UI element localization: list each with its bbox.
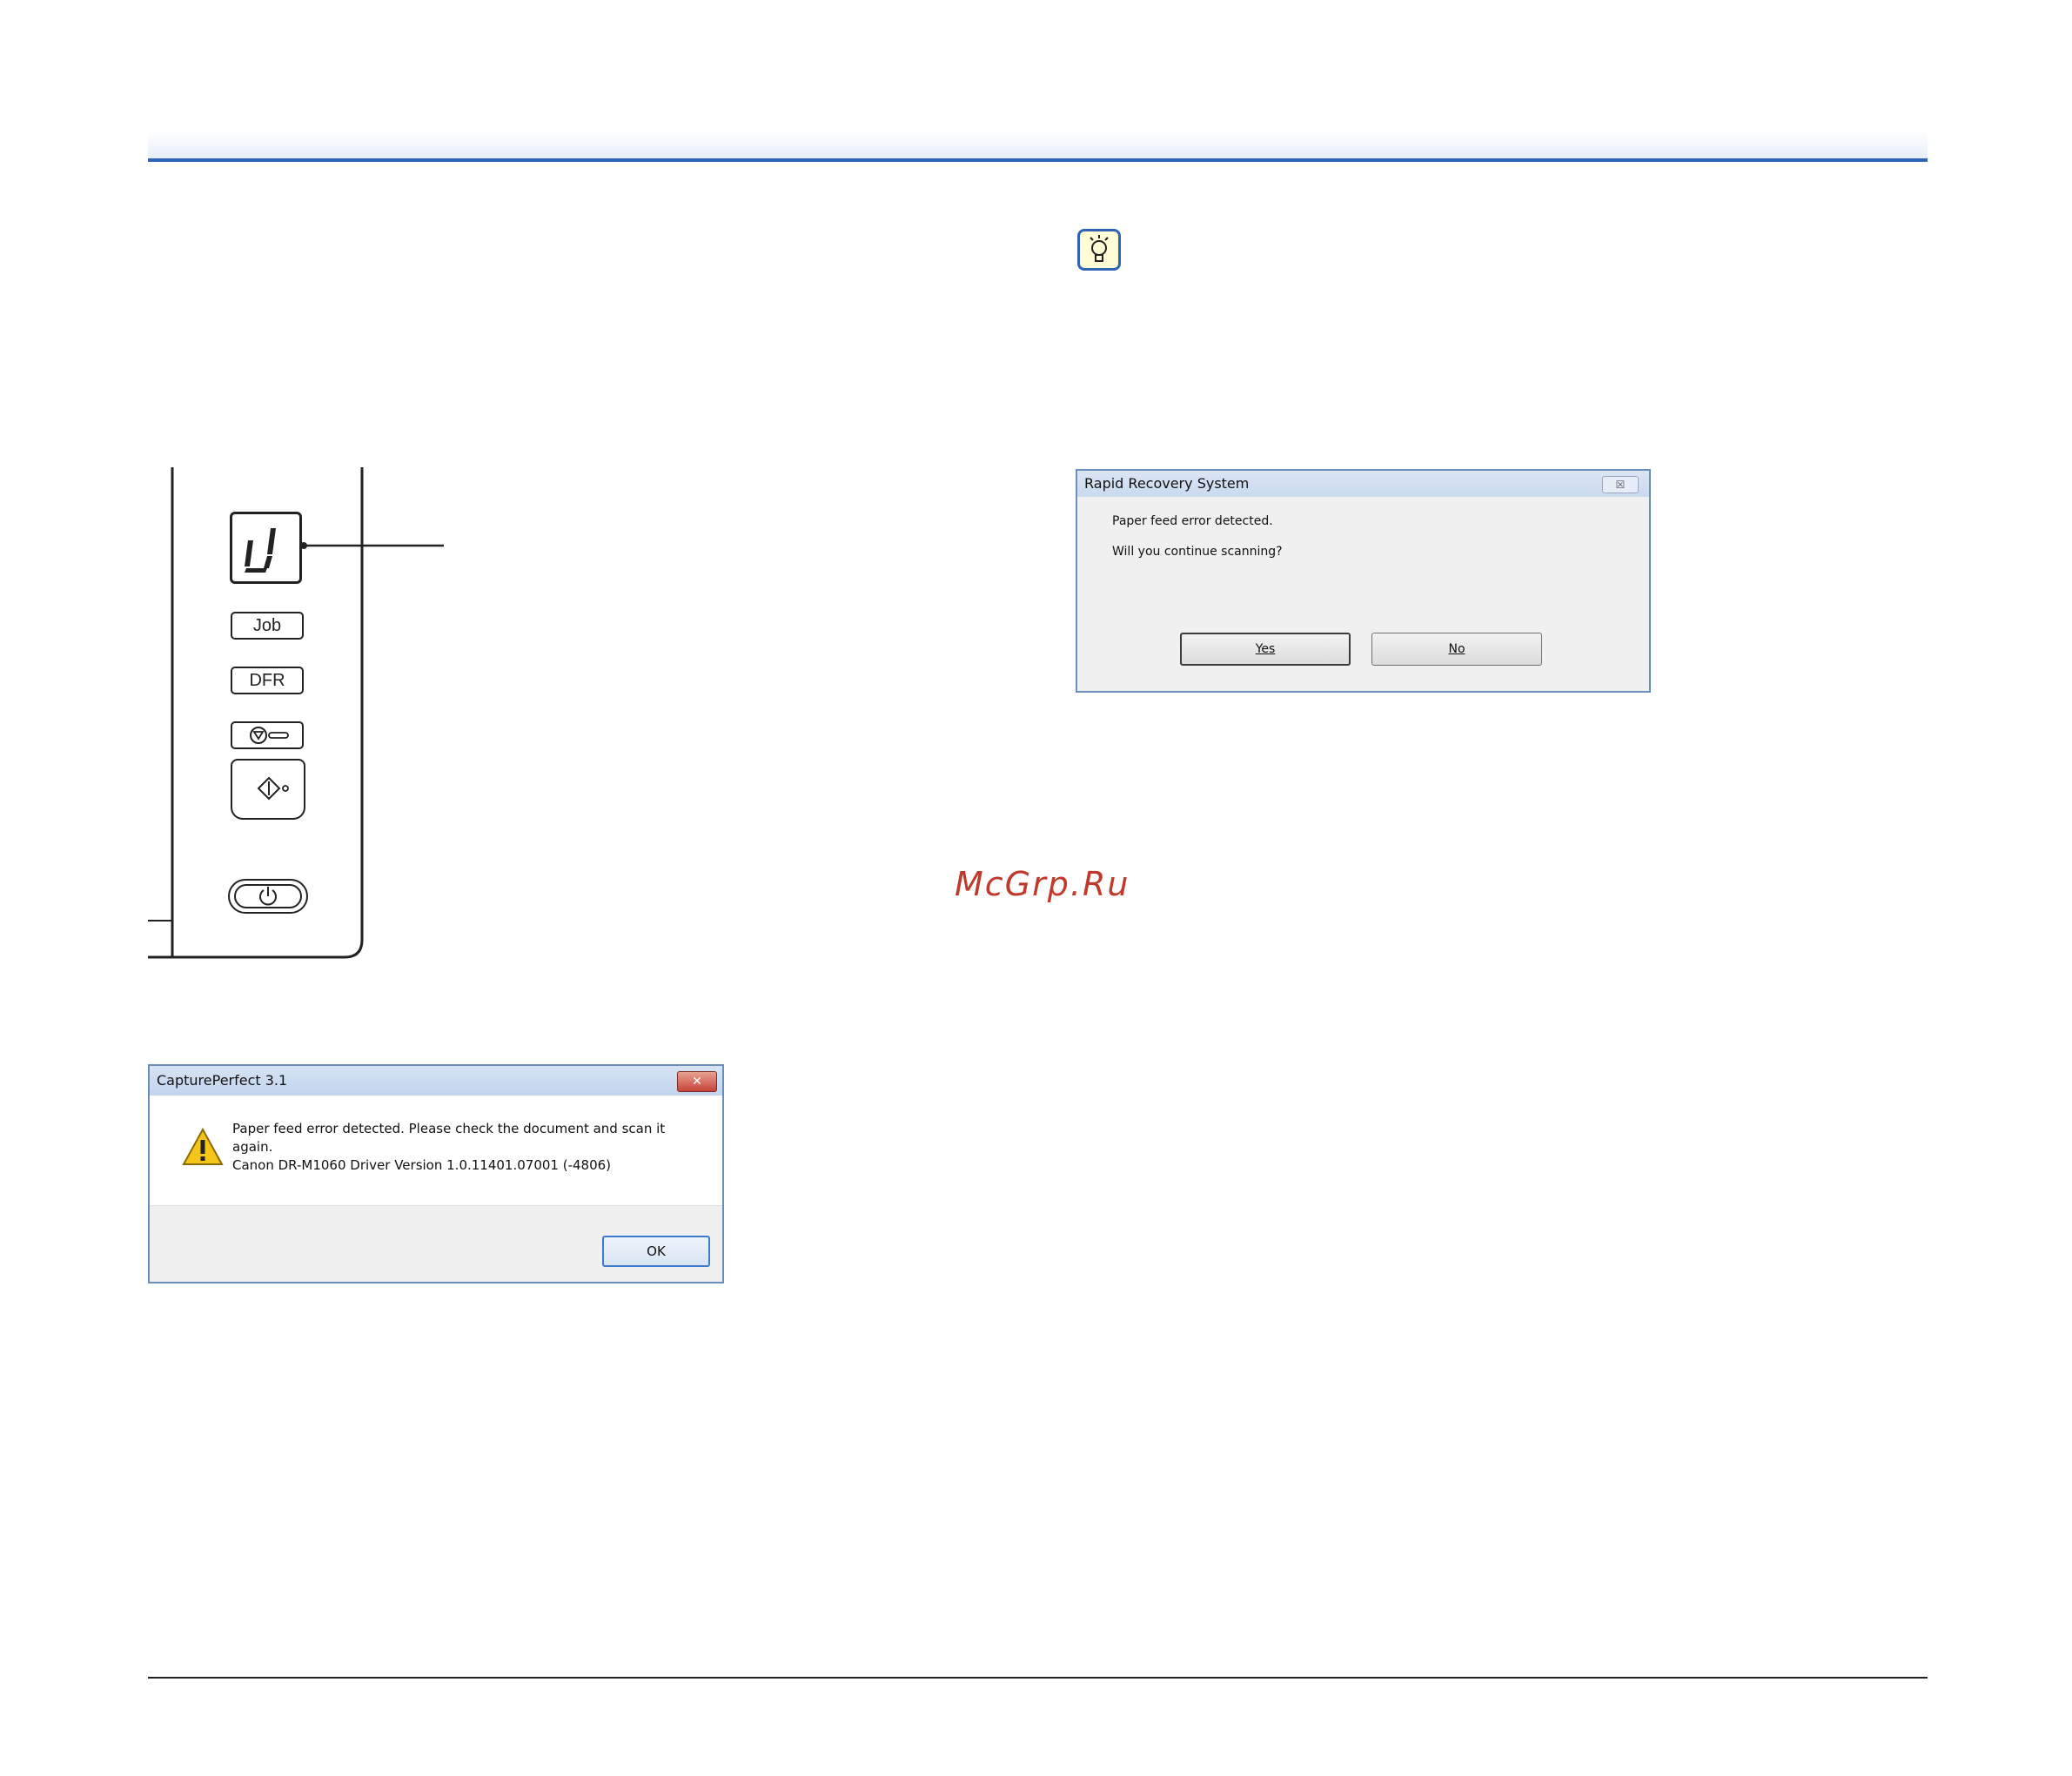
- stop-icon: [250, 727, 289, 744]
- u-segment-icon: [245, 528, 276, 573]
- error-message-line: Paper feed error detected. Please check …: [232, 1121, 666, 1136]
- panel-outline: [148, 467, 444, 959]
- power-icon: [259, 887, 277, 906]
- close-icon: ☒: [1615, 479, 1626, 491]
- dialog-title: CapturePerfect 3.1: [157, 1072, 288, 1089]
- job-button[interactable]: Job: [231, 612, 304, 640]
- yes-button-label: Yes: [1255, 642, 1276, 656]
- warning-icon: [182, 1127, 224, 1165]
- start-button[interactable]: [231, 759, 305, 820]
- dialog-title-bar[interactable]: CapturePerfect 3.1: [150, 1066, 722, 1096]
- dfr-button-label: DFR: [249, 670, 285, 690]
- dfr-button[interactable]: DFR: [231, 667, 304, 694]
- seven-segment-display: [230, 512, 302, 584]
- lightbulb-icon: [1077, 229, 1121, 271]
- power-button[interactable]: [228, 879, 308, 914]
- error-message-line: again.: [232, 1139, 273, 1155]
- dialog-title: Rapid Recovery System: [1084, 475, 1250, 492]
- dialog-question: Will you continue scanning?: [1112, 545, 1283, 559]
- yes-button[interactable]: Yes: [1180, 633, 1351, 666]
- close-icon: ✕: [692, 1075, 702, 1089]
- start-icon: [257, 776, 289, 801]
- watermark: McGrp.Ru: [955, 865, 1130, 903]
- ok-button[interactable]: OK: [602, 1236, 710, 1267]
- dialog-title-bar[interactable]: Rapid Recovery System: [1077, 471, 1649, 497]
- rapid-recovery-dialog: Rapid Recovery System ☒ Paper feed error…: [1076, 469, 1651, 693]
- scanner-operation-panel: Job DFR: [0, 0, 444, 975]
- dialog-body: Paper feed error detected. Please check …: [150, 1096, 722, 1205]
- driver-version-line: Canon DR-M1060 Driver Version 1.0.11401.…: [232, 1157, 612, 1173]
- close-button[interactable]: ✕: [677, 1071, 717, 1092]
- stop-button[interactable]: [231, 721, 304, 749]
- dialog-message: Paper feed error detected.: [1112, 514, 1273, 528]
- ok-button-label: OK: [647, 1243, 666, 1259]
- job-button-label: Job: [252, 615, 282, 635]
- no-button-label: No: [1448, 642, 1465, 656]
- captureperfect-error-dialog: CapturePerfect 3.1 ✕ Paper feed error de…: [148, 1064, 724, 1283]
- close-button[interactable]: ☒: [1602, 476, 1639, 493]
- no-button[interactable]: No: [1371, 633, 1542, 666]
- footer-rule: [148, 1677, 1928, 1679]
